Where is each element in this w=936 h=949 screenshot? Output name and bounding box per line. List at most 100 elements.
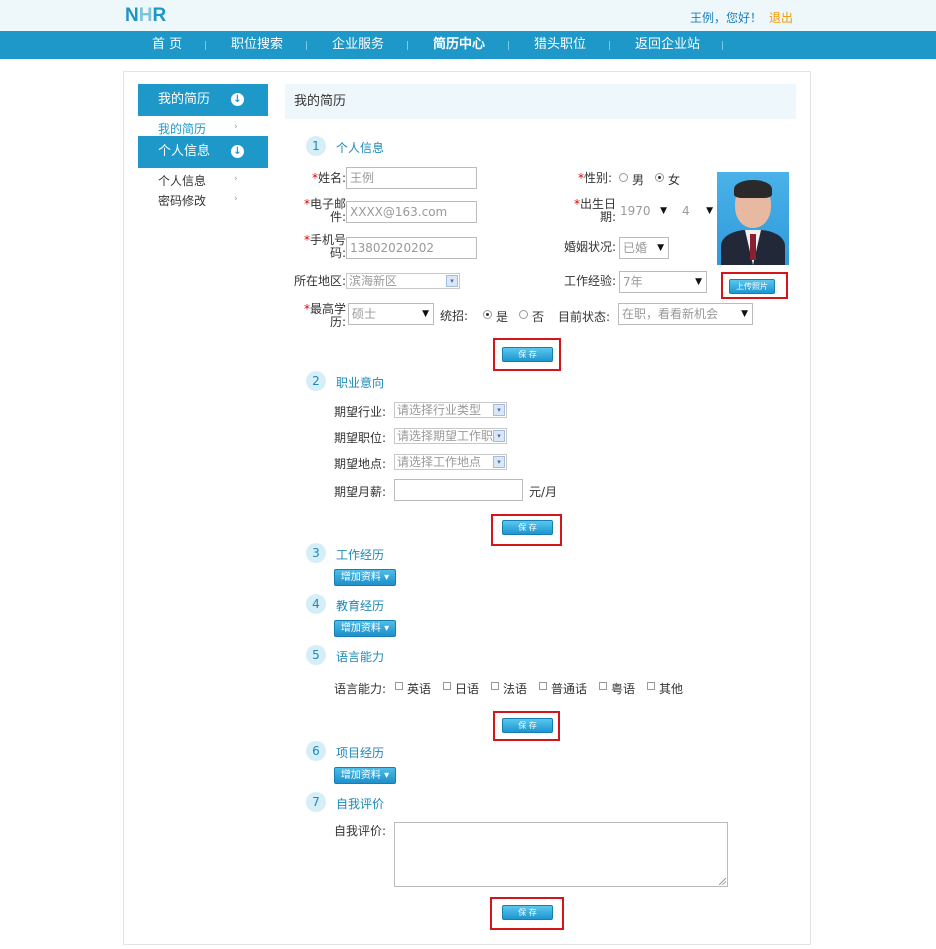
arrow-down-icon: ↓ bbox=[231, 93, 244, 106]
chevron-down-icon: ▾ bbox=[446, 275, 458, 287]
experience-label: 工作经验: bbox=[563, 274, 616, 288]
section-title: 工作经历 bbox=[336, 548, 385, 562]
phone-input[interactable]: 13802020202 bbox=[346, 237, 477, 259]
language-option: 粤语 bbox=[611, 682, 636, 696]
chevron-down-icon: ▾ bbox=[493, 404, 505, 416]
current-status-select[interactable]: 在职，看看新机会 ▼ bbox=[618, 303, 753, 325]
nav-divider bbox=[306, 41, 307, 50]
save-button[interactable]: 保 存 bbox=[502, 347, 553, 362]
nav-headhunter-jobs[interactable]: 猎头职位 bbox=[534, 31, 586, 59]
education-select[interactable]: 硕士 ▼ bbox=[348, 303, 434, 325]
section-title: 个人信息 bbox=[336, 141, 385, 155]
profile-photo bbox=[717, 172, 789, 265]
email-input[interactable]: XXXX@163.com bbox=[346, 201, 477, 223]
add-work-experience-button[interactable]: 增加资料 ▾ bbox=[334, 569, 396, 586]
gender-male-radio[interactable] bbox=[619, 173, 628, 182]
education-label: *最高学 历: bbox=[303, 302, 346, 329]
location-select[interactable]: 请选择工作地点 ▾ bbox=[394, 454, 507, 470]
sidebar-item-change-password[interactable]: 密码修改 bbox=[158, 192, 206, 209]
triangle-down-icon: ▼ bbox=[660, 206, 667, 216]
region-select[interactable]: 滨海新区 ▾ bbox=[346, 273, 460, 289]
salary-label: 期望月薪: bbox=[334, 485, 387, 499]
nav-job-search[interactable]: 职位搜索 bbox=[231, 31, 283, 59]
birth-year-select[interactable]: 1970 ▼ bbox=[617, 201, 671, 223]
logout-link[interactable]: 退出 bbox=[769, 9, 793, 26]
language-cantonese-checkbox[interactable] bbox=[599, 682, 607, 690]
email-label: *电子邮 件: bbox=[303, 197, 346, 224]
language-option: 其他 bbox=[659, 682, 684, 696]
nav-divider bbox=[407, 41, 408, 50]
nav-enterprise-service[interactable]: 企业服务 bbox=[332, 31, 384, 59]
upload-photo-button[interactable]: 上传照片 bbox=[729, 279, 775, 294]
unified-admission-label: 统招: bbox=[440, 309, 469, 323]
marital-status-label: 婚姻状况: bbox=[563, 240, 616, 254]
gender-female-label: 女 bbox=[668, 173, 681, 187]
unified-no-radio[interactable] bbox=[519, 310, 528, 319]
nav-back-to-enterprise[interactable]: 返回企业站 bbox=[635, 31, 700, 59]
add-education-button[interactable]: 增加资料 ▾ bbox=[334, 620, 396, 637]
unified-yes-radio[interactable] bbox=[483, 310, 492, 319]
language-other-checkbox[interactable] bbox=[647, 682, 655, 690]
section-title: 语言能力 bbox=[336, 650, 385, 664]
name-input[interactable]: 王例 bbox=[346, 167, 477, 189]
sidebar-item-my-resume[interactable]: 我的简历 bbox=[158, 120, 206, 137]
sidebar-group-my-resume[interactable]: 我的简历 ↓ bbox=[138, 84, 268, 116]
triangle-down-icon: ▼ bbox=[706, 206, 713, 216]
location-label: 期望地点: bbox=[334, 457, 387, 471]
position-select[interactable]: 请选择期望工作职 ▾ bbox=[394, 428, 507, 444]
language-option: 法语 bbox=[503, 682, 528, 696]
language-english-checkbox[interactable] bbox=[395, 682, 403, 690]
nav-resume-center[interactable]: 简历中心 bbox=[433, 31, 485, 59]
birth-month-select[interactable]: 4 ▼ bbox=[679, 201, 717, 223]
page-title: 我的简历 bbox=[285, 84, 796, 119]
nav-divider bbox=[609, 41, 610, 50]
name-label: *姓名: bbox=[311, 171, 346, 185]
industry-label: 期望行业: bbox=[334, 405, 387, 419]
section-number: 1 bbox=[306, 136, 326, 156]
self-eval-textarea[interactable] bbox=[394, 822, 728, 887]
triangle-down-icon: ▼ bbox=[657, 243, 664, 253]
user-greeting: 王例，您好！ bbox=[690, 11, 763, 25]
section-title: 自我评价 bbox=[336, 797, 385, 811]
language-option: 日语 bbox=[455, 682, 480, 696]
position-label: 期望职位: bbox=[334, 431, 387, 445]
language-mandarin-checkbox[interactable] bbox=[539, 682, 547, 690]
chevron-down-icon: ▾ bbox=[493, 430, 505, 442]
unified-yes-label: 是 bbox=[496, 310, 509, 324]
main-nav: 首 页 职位搜索 企业服务 简历中心 猎头职位 返回企业站 bbox=[0, 31, 936, 59]
section-title: 项目经历 bbox=[336, 746, 385, 760]
save-button[interactable]: 保 存 bbox=[502, 905, 553, 920]
industry-select[interactable]: 请选择行业类型 ▾ bbox=[394, 402, 507, 418]
section-number: 6 bbox=[306, 741, 326, 761]
add-project-button[interactable]: 增加资料 ▾ bbox=[334, 767, 396, 784]
chevron-right-icon: › bbox=[234, 194, 238, 204]
language-french-checkbox[interactable] bbox=[491, 682, 499, 690]
language-label: 语言能力: bbox=[334, 682, 387, 696]
language-option: 英语 bbox=[407, 682, 432, 696]
region-label: 所在地区: bbox=[293, 274, 346, 288]
gender-female-radio[interactable] bbox=[655, 173, 664, 182]
section-number: 3 bbox=[306, 543, 326, 563]
sidebar-group-personal-info[interactable]: 个人信息 ↓ bbox=[138, 136, 268, 168]
marital-status-select[interactable]: 已婚 ▼ bbox=[619, 237, 669, 259]
nav-divider bbox=[722, 41, 723, 50]
logo[interactable]: NHR bbox=[125, 5, 166, 27]
triangle-down-icon: ▼ bbox=[422, 309, 429, 319]
current-status-label: 目前状态: bbox=[558, 310, 611, 324]
sidebar-item-personal-info[interactable]: 个人信息 bbox=[158, 172, 206, 189]
salary-unit: 元/月 bbox=[529, 485, 558, 499]
section-number: 5 bbox=[306, 645, 326, 665]
phone-label: *手机号 码: bbox=[303, 233, 346, 260]
gender-label: *性别: bbox=[577, 171, 612, 185]
section-title: 教育经历 bbox=[336, 599, 385, 613]
save-button[interactable]: 保 存 bbox=[502, 718, 553, 733]
section-number: 4 bbox=[306, 594, 326, 614]
language-japanese-checkbox[interactable] bbox=[443, 682, 451, 690]
salary-input[interactable] bbox=[394, 479, 523, 501]
nav-home[interactable]: 首 页 bbox=[152, 31, 182, 59]
experience-select[interactable]: 7年 ▼ bbox=[619, 271, 707, 293]
section-number: 2 bbox=[306, 371, 326, 391]
self-eval-label: 自我评价: bbox=[334, 824, 387, 838]
save-button[interactable]: 保 存 bbox=[502, 520, 553, 535]
birth-date-label: *出生日 期: bbox=[573, 197, 616, 224]
